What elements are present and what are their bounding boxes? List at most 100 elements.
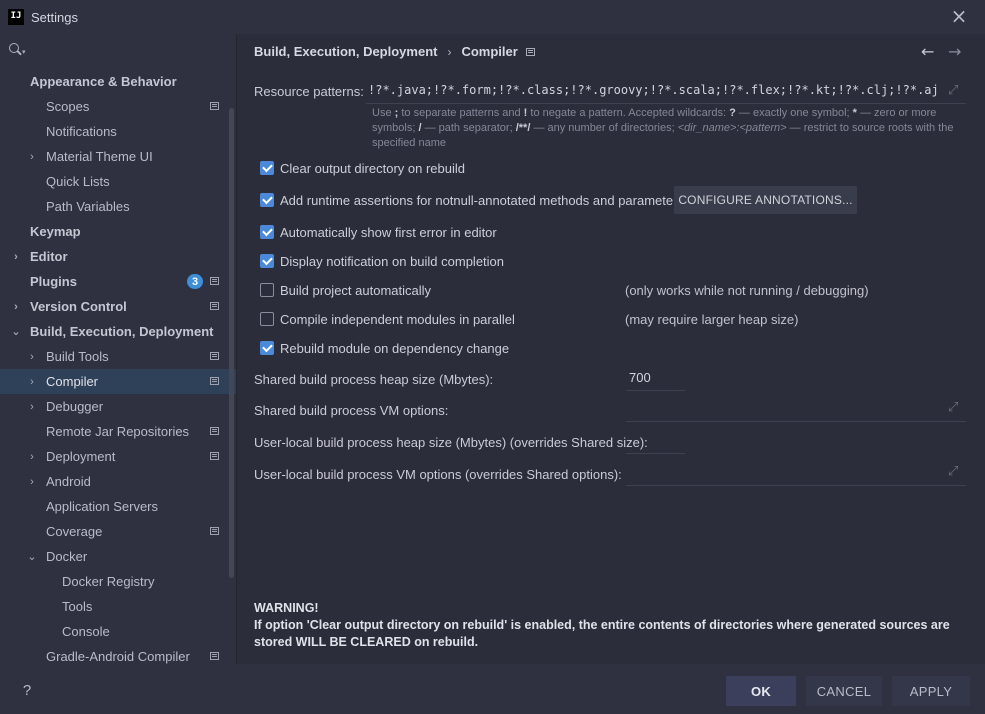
show-first-error-checkbox[interactable]	[260, 225, 274, 239]
chevron-down-icon[interactable]: ⌄	[27, 550, 37, 563]
sidebar-item-label: Build, Execution, Deployment	[30, 324, 214, 339]
apply-button[interactable]: APPLY	[892, 676, 970, 706]
sidebar-item-remote-jar-repositories[interactable]: Remote Jar Repositories	[0, 419, 236, 444]
build-auto-checkbox[interactable]	[260, 283, 274, 297]
window-title: Settings	[31, 9, 78, 25]
sidebar-item-label: Remote Jar Repositories	[46, 424, 190, 439]
chevron-right-icon[interactable]: ›	[27, 151, 37, 163]
rebuild-dep-checkbox-row[interactable]: Rebuild module on dependency change	[260, 339, 509, 357]
compile-parallel-checkbox-row[interactable]: Compile independent modules in parallel	[260, 310, 515, 328]
sidebar-item-version-control[interactable]: › Version Control	[0, 294, 236, 319]
breadcrumb-current: Compiler	[461, 44, 518, 59]
compile-parallel-checkbox[interactable]	[260, 312, 274, 326]
vm-options-expand-icon[interactable]	[948, 400, 960, 415]
sidebar-item-plugins[interactable]: Plugins 3	[0, 269, 236, 294]
chevron-right-icon[interactable]: ›	[27, 351, 37, 363]
compile-parallel-note: (may require larger heap size)	[625, 312, 799, 327]
build-auto-checkbox-row[interactable]: Build project automatically	[260, 281, 431, 299]
chevron-down-icon[interactable]: ⌄	[11, 325, 21, 338]
vm-options-input[interactable]	[626, 398, 966, 422]
expand-icon[interactable]	[948, 83, 960, 98]
sidebar-item-docker[interactable]: ⌄ Docker	[0, 544, 236, 569]
help-icon[interactable]: ?	[14, 677, 40, 703]
local-vm-expand-icon[interactable]	[948, 464, 960, 479]
sidebar-item-editor[interactable]: › Editor	[0, 244, 236, 269]
sidebar-item-debugger[interactable]: › Debugger	[0, 394, 236, 419]
sidebar-item-label: Plugins	[30, 274, 77, 289]
sidebar-item-console[interactable]: Console	[0, 619, 236, 644]
search-icon[interactable]: ▾	[9, 43, 27, 57]
sidebar-item-gradle-android-compiler[interactable]: Gradle-Android Compiler	[0, 644, 236, 664]
configure-annotations-button[interactable]: CONFIGURE ANNOTATIONS...	[674, 186, 857, 214]
rebuild-dep-label: Rebuild module on dependency change	[280, 340, 510, 356]
resource-patterns-input[interactable]: !?*.java;!?*.form;!?*.class;!?*.groovy;!…	[366, 80, 966, 104]
chevron-right-icon[interactable]: ›	[11, 251, 21, 263]
heap-size-input[interactable]: 700	[626, 367, 685, 391]
runtime-assertions-label: Add runtime assertions for notnull-annot…	[280, 192, 684, 208]
clear-output-checkbox-row[interactable]: Clear output directory on rebuild	[260, 159, 465, 177]
local-vm-input[interactable]	[626, 462, 966, 486]
sidebar-item-application-servers[interactable]: Application Servers	[0, 494, 236, 519]
chevron-right-icon[interactable]: ›	[27, 401, 37, 413]
project-settings-icon	[210, 652, 219, 660]
warning-title: WARNING!	[254, 601, 319, 615]
rebuild-dep-checkbox[interactable]	[260, 341, 274, 355]
sidebar-item-build-execution-deployment[interactable]: ⌄ Build, Execution, Deployment	[0, 319, 236, 344]
project-settings-icon	[210, 102, 219, 110]
sidebar-scrollbar[interactable]	[229, 108, 234, 578]
search-box[interactable]: ▾	[0, 34, 236, 66]
ok-button[interactable]: OK	[726, 676, 796, 706]
sidebar-item-path-variables[interactable]: Path Variables	[0, 194, 236, 219]
sidebar-item-label: Path Variables	[46, 199, 130, 214]
sidebar-item-material-theme-ui[interactable]: › Material Theme UI	[0, 144, 236, 169]
sidebar-item-label: Quick Lists	[46, 174, 110, 189]
cancel-button[interactable]: CANCEL	[806, 676, 882, 706]
project-settings-icon	[210, 377, 219, 385]
show-first-error-checkbox-row[interactable]: Automatically show first error in editor	[260, 223, 497, 241]
sidebar-item-label: Material Theme UI	[46, 149, 153, 164]
sidebar-item-build-tools[interactable]: › Build Tools	[0, 344, 236, 369]
close-icon[interactable]: ×	[949, 6, 969, 26]
chevron-right-icon[interactable]: ›	[27, 376, 37, 388]
notify-build-checkbox-row[interactable]: Display notification on build completion	[260, 252, 504, 270]
search-input[interactable]	[31, 42, 231, 58]
settings-sidebar: ▾ Appearance & Behavior Scopes Notificatio…	[0, 34, 237, 664]
sidebar-item-label: Debugger	[46, 399, 104, 414]
heap-size-label: Shared build process heap size (Mbytes):	[254, 372, 494, 387]
breadcrumb-parent[interactable]: Build, Execution, Deployment	[254, 44, 437, 59]
chevron-right-icon[interactable]: ›	[27, 476, 37, 488]
sidebar-item-label: Compiler	[46, 374, 99, 389]
sidebar-item-android[interactable]: › Android	[0, 469, 236, 494]
chevron-right-icon[interactable]: ›	[27, 451, 37, 463]
runtime-assertions-checkbox[interactable]	[260, 193, 274, 207]
local-heap-input[interactable]	[626, 430, 685, 454]
sidebar-item-label: Gradle-Android Compiler	[46, 649, 190, 664]
sidebar-item-quick-lists[interactable]: Quick Lists	[0, 169, 236, 194]
sidebar-item-notifications[interactable]: Notifications	[0, 119, 236, 144]
sidebar-item-docker-registry[interactable]: Docker Registry	[0, 569, 236, 594]
build-auto-note: (only works while not running / debuggin…	[625, 283, 869, 298]
sidebar-item-label: Keymap	[30, 224, 81, 239]
chevron-right-icon[interactable]: ›	[11, 301, 21, 313]
sidebar-item-deployment[interactable]: › Deployment	[0, 444, 236, 469]
sidebar-item-label: Notifications	[46, 124, 117, 139]
project-settings-icon	[525, 47, 535, 56]
sidebar-item-appearance-behavior[interactable]: Appearance & Behavior	[0, 69, 236, 94]
sidebar-item-keymap[interactable]: Keymap	[0, 219, 236, 244]
forward-arrow-icon[interactable]: →	[948, 42, 961, 61]
sidebar-item-coverage[interactable]: Coverage	[0, 519, 236, 544]
settings-tree: Appearance & Behavior Scopes Notifications…	[0, 69, 236, 664]
breadcrumb-separator: ›	[447, 44, 452, 59]
sidebar-item-tools[interactable]: Tools	[0, 594, 236, 619]
sidebar-item-compiler[interactable]: › Compiler	[0, 369, 236, 394]
project-settings-icon	[210, 527, 219, 535]
notify-build-checkbox[interactable]	[260, 254, 274, 268]
rebuild-warning: WARNING! If option 'Clear output directo…	[254, 600, 974, 651]
back-arrow-icon[interactable]: ←	[921, 42, 934, 61]
sidebar-item-label: Version Control	[30, 299, 127, 314]
sidebar-item-label: Scopes	[46, 99, 90, 114]
sidebar-item-scopes[interactable]: Scopes	[0, 94, 236, 119]
clear-output-checkbox[interactable]	[260, 161, 274, 175]
project-settings-icon	[210, 302, 219, 310]
runtime-assertions-checkbox-row[interactable]: Add runtime assertions for notnull-annot…	[260, 191, 684, 209]
